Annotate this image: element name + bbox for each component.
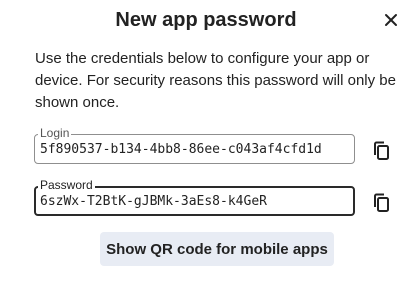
password-value[interactable]: 6szWx-T2BtK-gJBMk-3aEs8-k4GeR: [40, 194, 267, 210]
copy-password-button[interactable]: [368, 189, 396, 217]
login-field[interactable]: Login 5f890537-b134-4bb8-86ee-c043af4cfd…: [34, 126, 355, 164]
close-button[interactable]: [377, 6, 405, 34]
dialog-title: New app password: [115, 9, 297, 31]
login-value[interactable]: 5f890537-b134-4bb8-86ee-c043af4cfd1d: [40, 142, 322, 158]
password-field[interactable]: Password 6szWx-T2BtK-gJBMk-3aEs8-k4GeR: [34, 178, 355, 216]
show-qr-code-button[interactable]: Show QR code for mobile apps: [100, 232, 334, 266]
copy-icon: [374, 141, 389, 160]
app-password-dialog: New app password Use the credentials bel…: [0, 0, 412, 285]
password-label: Password: [38, 178, 95, 192]
login-label: Login: [38, 126, 72, 140]
copy-icon: [374, 193, 389, 212]
close-icon: [385, 14, 397, 26]
copy-login-button[interactable]: [368, 137, 396, 165]
dialog-description: Use the credentials below to configure y…: [35, 50, 396, 111]
